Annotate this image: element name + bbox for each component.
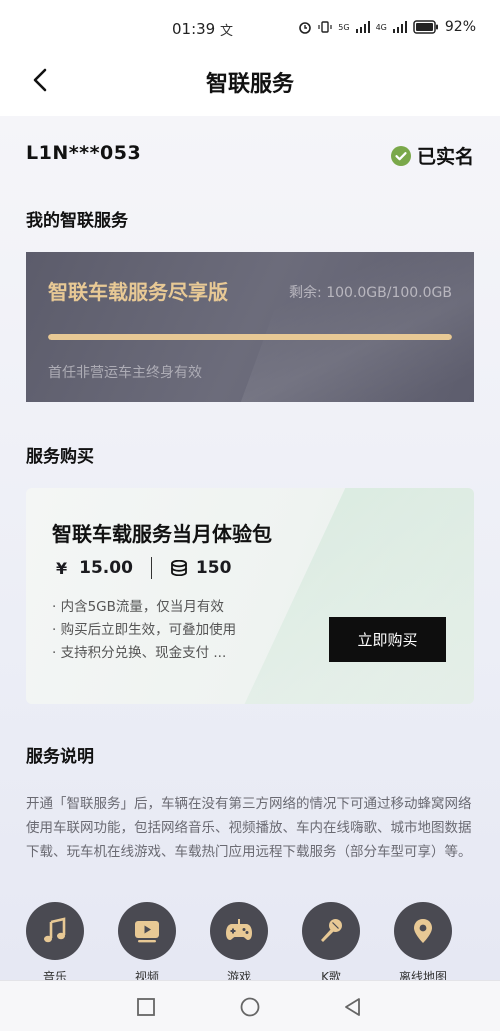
service-card[interactable]: 智联车载服务尽享版 剩余: 100.0GB/100.0GB 首任非营运车主终身有… — [26, 252, 474, 402]
service-note: 首任非营运车主终身有效 — [48, 365, 202, 381]
my-service-title: 我的智联服务 — [26, 211, 128, 231]
battery-icon — [413, 20, 438, 34]
feature-game[interactable]: 游戏 — [210, 902, 268, 980]
triangle-back-icon — [345, 998, 360, 1016]
package-feature: · 内含5GB流量，仅当月有效 — [52, 599, 224, 615]
status-time: 01:39 — [172, 20, 216, 38]
status-bar: 01:39 文 5G 4G 92% — [0, 0, 500, 56]
feature-label: 视频 — [134, 970, 159, 980]
system-nav-bar — [0, 980, 500, 1031]
battery-percent: 92% — [444, 19, 476, 35]
square-icon — [137, 998, 155, 1016]
feature-circle — [118, 902, 176, 960]
header: 智联服务 — [0, 56, 500, 116]
recents-button[interactable] — [135, 996, 157, 1018]
feature-offline-map[interactable]: 离线地图 — [394, 902, 452, 980]
data-usage-progress — [48, 334, 452, 340]
feature-icons: 音乐 视频 游戏 K歌 离线地图 — [26, 902, 476, 980]
feature-karaoke[interactable]: K歌 — [302, 902, 360, 980]
home-button[interactable] — [239, 996, 261, 1018]
coins-icon — [171, 560, 187, 576]
data-usage-progress-fill — [48, 334, 452, 340]
buy-now-button[interactable]: 立即购买 — [329, 617, 446, 662]
circle-icon — [240, 997, 260, 1017]
purchase-title: 服务购买 — [26, 447, 94, 467]
package-feature: · 购买后立即生效，可叠加使用 — [52, 622, 237, 638]
microphone-icon — [321, 919, 342, 942]
music-note-icon — [44, 917, 66, 943]
currency-symbol: ¥ — [56, 558, 68, 578]
back-nav-button[interactable] — [342, 996, 364, 1018]
package-name: 智联车载服务当月体验包 — [52, 522, 272, 546]
feature-label: 音乐 — [42, 970, 67, 980]
feature-label: K歌 — [321, 970, 341, 980]
feature-circle — [394, 902, 452, 960]
network-label-2: 4G — [375, 22, 387, 32]
account-row: L1N***053 已实名 — [26, 142, 474, 170]
feature-circle — [302, 902, 360, 960]
price-row: ¥ 15.00 150 — [56, 556, 231, 580]
gamepad-icon — [226, 919, 252, 940]
vibrate-icon — [318, 21, 332, 33]
price-divider — [150, 557, 152, 579]
signal-icon — [355, 21, 370, 33]
feature-music[interactable]: 音乐 — [26, 902, 84, 980]
network-label-1: 5G — [338, 22, 350, 32]
package-coins: 150 — [195, 558, 232, 578]
input-method-indicator: 文 — [220, 24, 234, 39]
description-title: 服务说明 — [26, 747, 94, 767]
package-features: · 内含5GB流量，仅当月有效 · 购买后立即生效，可叠加使用 · 支持积分兑换… — [52, 596, 236, 665]
feature-video[interactable]: 视频 — [118, 902, 176, 980]
feature-circle — [210, 902, 268, 960]
package-price: 15.00 — [79, 558, 133, 578]
page-title: 智联服务 — [205, 72, 294, 97]
feature-circle — [26, 902, 84, 960]
status-icons: 5G 4G 92% — [298, 19, 476, 35]
package-feature: · 支持积分兑换、现金支付 ... — [52, 645, 227, 661]
service-description: 开通「智联服务」后，车辆在没有第三方网络的情况下可通过移动蜂窝网络使用车联网功能… — [26, 796, 472, 860]
map-pin-icon — [414, 919, 432, 943]
package-card: 智联车载服务当月体验包 ¥ 15.00 150 · 内含5GB流量，仅当月有效 … — [26, 488, 474, 704]
account-id: L1N***053 — [26, 142, 142, 164]
service-remaining: 剩余: 100.0GB/100.0GB — [289, 285, 452, 301]
alarm-icon — [299, 22, 312, 34]
video-play-icon — [135, 921, 159, 943]
check-circle-icon — [390, 145, 411, 166]
verified-label: 已实名 — [416, 146, 474, 168]
card-decoration — [233, 252, 474, 402]
feature-label: 游戏 — [226, 970, 251, 980]
service-name: 智联车载服务尽享版 — [48, 280, 228, 304]
signal-icon-2 — [392, 21, 407, 33]
verified-badge: 已实名 — [390, 142, 474, 169]
feature-label: 离线地图 — [398, 970, 447, 980]
content: L1N***053 已实名 我的智联服务 智联车载服务尽享版 剩余: 100.0… — [0, 116, 500, 980]
